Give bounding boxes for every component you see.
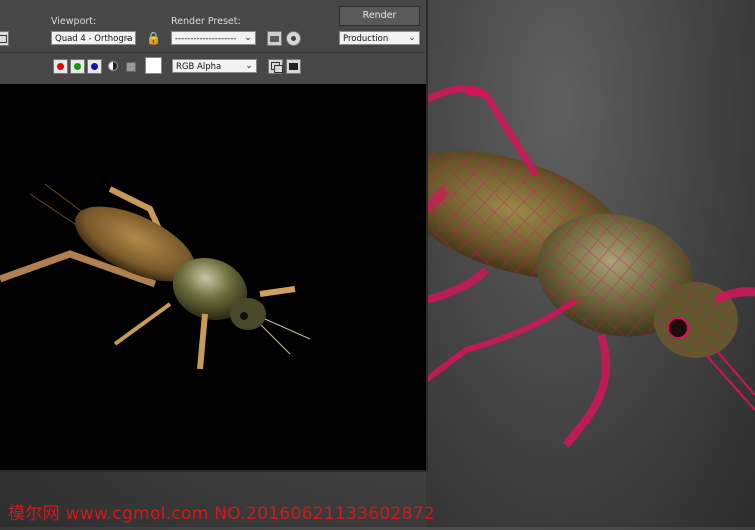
viewport-value: Quad 4 - Orthogra xyxy=(55,34,133,44)
chevron-down-icon: ⌄ xyxy=(124,33,132,43)
blue-channel-icon[interactable] xyxy=(87,59,102,74)
render-button[interactable]: Render xyxy=(339,6,420,26)
rendered-frame-window: Viewport: Quad 4 - Orthogra ⌄ 🔒 Render P… xyxy=(0,0,428,472)
render-preset-dropdown[interactable]: -------------------- ⌄ xyxy=(171,31,256,45)
channel-dropdown[interactable]: RGB Alpha ⌄ xyxy=(172,59,257,73)
window-icon[interactable] xyxy=(0,31,9,46)
rendered-image xyxy=(0,84,426,470)
watermark-text: 模尔网 www.cgmol.com NO.20160621133602872 xyxy=(8,504,435,524)
chevron-down-icon: ⌄ xyxy=(245,61,253,71)
alpha-toggle-icon[interactable] xyxy=(108,61,118,71)
toolbar-divider xyxy=(0,52,426,53)
chevron-down-icon: ⌄ xyxy=(244,33,252,43)
render-preset-label: Render Preset: xyxy=(171,16,241,27)
rendered-cricket xyxy=(0,183,311,370)
mono-icon[interactable] xyxy=(126,62,136,72)
red-channel-icon[interactable] xyxy=(53,59,68,74)
color-swatch-icon[interactable] xyxy=(145,57,162,74)
clone-window-icon[interactable] xyxy=(268,59,283,74)
frame-window-toolbar: Viewport: Quad 4 - Orthogra ⌄ 🔒 Render P… xyxy=(0,0,426,84)
lock-icon[interactable]: 🔒 xyxy=(146,31,161,45)
render-preset-value: -------------------- xyxy=(175,34,237,44)
folder-open-icon[interactable] xyxy=(267,31,282,46)
wireframe-cricket-model xyxy=(395,85,755,448)
perspective-viewport[interactable] xyxy=(395,0,755,527)
display-toggle-icon[interactable] xyxy=(286,59,301,74)
production-value: Production xyxy=(343,34,389,44)
chevron-down-icon: ⌄ xyxy=(408,33,416,43)
channel-value: RGB Alpha xyxy=(176,62,222,72)
green-channel-icon[interactable] xyxy=(70,59,85,74)
viewport-label: Viewport: xyxy=(51,16,97,27)
production-dropdown[interactable]: Production ⌄ xyxy=(339,31,420,45)
gear-icon[interactable] xyxy=(286,31,301,46)
viewport-dropdown[interactable]: Quad 4 - Orthogra ⌄ xyxy=(51,31,136,45)
